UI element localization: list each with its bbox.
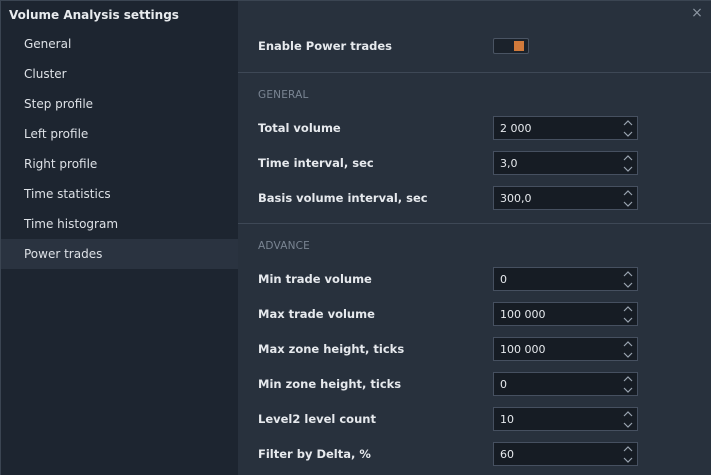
filter-by-delta-stepper[interactable]: 60 <box>493 442 638 466</box>
stepper-arrows <box>619 117 637 139</box>
chevron-up-icon[interactable] <box>619 153 637 163</box>
stepper-arrows <box>619 268 637 290</box>
max-trade-volume-stepper[interactable]: 100 000 <box>493 302 638 326</box>
stepper-arrows <box>619 187 637 209</box>
sidebar-item-label: Time histogram <box>24 217 119 231</box>
sidebar-item-label: Power trades <box>24 247 103 261</box>
field-row-min-trade-volume: Min trade volume 0 <box>258 267 698 291</box>
close-icon: × <box>691 5 703 21</box>
sidebar-item-general[interactable]: General <box>1 29 238 59</box>
chevron-down-icon[interactable] <box>619 350 637 360</box>
stepper-arrows <box>619 303 637 325</box>
chevron-down-icon[interactable] <box>619 199 637 209</box>
sidebar-item-time-histogram[interactable]: Time histogram <box>1 209 238 239</box>
sidebar-item-step-profile[interactable]: Step profile <box>1 89 238 119</box>
basis-volume-interval-stepper[interactable]: 300,0 <box>493 186 638 210</box>
sidebar: General Cluster Step profile Left profil… <box>1 29 238 475</box>
level2-level-count-stepper[interactable]: 10 <box>493 407 638 431</box>
stepper-value: 0 <box>500 272 507 286</box>
chevron-up-icon[interactable] <box>619 339 637 349</box>
sidebar-item-time-statistics[interactable]: Time statistics <box>1 179 238 209</box>
field-label: Time interval, sec <box>258 156 374 170</box>
sidebar-item-label: Left profile <box>24 127 89 141</box>
sidebar-item-cluster[interactable]: Cluster <box>1 59 238 89</box>
max-zone-height-stepper[interactable]: 100 000 <box>493 337 638 361</box>
stepper-value: 300,0 <box>500 191 532 205</box>
stepper-value: 60 <box>500 447 514 461</box>
stepper-value: 3,0 <box>500 156 518 170</box>
sidebar-item-left-profile[interactable]: Left profile <box>1 119 238 149</box>
settings-window: Volume Analysis settings General Cluster… <box>0 0 711 475</box>
chevron-down-icon[interactable] <box>619 164 637 174</box>
chevron-up-icon[interactable] <box>619 118 637 128</box>
field-label: Total volume <box>258 121 341 135</box>
field-row-max-trade-volume: Max trade volume 100 000 <box>258 302 698 326</box>
field-row-filter-by-delta: Filter by Delta, % 60 <box>258 442 698 466</box>
chevron-down-icon[interactable] <box>619 420 637 430</box>
section-title-advance: ADVANCE <box>258 240 310 252</box>
stepper-arrows <box>619 152 637 174</box>
field-row-basis-volume-interval: Basis volume interval, sec 300,0 <box>258 186 698 210</box>
field-row-max-zone-height: Max zone height, ticks 100 000 <box>258 337 698 361</box>
field-label: Filter by Delta, % <box>258 447 371 461</box>
stepper-value: 100 000 <box>500 342 546 356</box>
field-label: Min zone height, ticks <box>258 377 402 391</box>
field-row-time-interval: Time interval, sec 3,0 <box>258 151 698 175</box>
field-label: Max zone height, ticks <box>258 342 405 356</box>
min-trade-volume-stepper[interactable]: 0 <box>493 267 638 291</box>
field-label: Max trade volume <box>258 307 375 321</box>
time-interval-stepper[interactable]: 3,0 <box>493 151 638 175</box>
sidebar-item-label: Cluster <box>24 67 67 81</box>
stepper-value: 0 <box>500 377 507 391</box>
chevron-up-icon[interactable] <box>619 188 637 198</box>
field-label: Level2 level count <box>258 412 376 426</box>
chevron-down-icon[interactable] <box>619 129 637 139</box>
settings-panel: × Enable Power trades GENERAL Total volu… <box>238 1 711 475</box>
section-title-general: GENERAL <box>258 89 309 101</box>
chevron-down-icon[interactable] <box>619 280 637 290</box>
field-label: Min trade volume <box>258 272 372 286</box>
stepper-arrows <box>619 408 637 430</box>
stepper-value: 100 000 <box>500 307 546 321</box>
stepper-value: 2 000 <box>500 121 532 135</box>
chevron-up-icon[interactable] <box>619 269 637 279</box>
sidebar-item-label: General <box>24 37 72 51</box>
field-row-min-zone-height: Min zone height, ticks 0 <box>258 372 698 396</box>
divider <box>238 72 711 73</box>
chevron-up-icon[interactable] <box>619 409 637 419</box>
stepper-arrows <box>619 373 637 395</box>
sidebar-item-right-profile[interactable]: Right profile <box>1 149 238 179</box>
total-volume-stepper[interactable]: 2 000 <box>493 116 638 140</box>
chevron-up-icon[interactable] <box>619 304 637 314</box>
chevron-down-icon[interactable] <box>619 455 637 465</box>
enable-power-trades-row: Enable Power trades <box>258 34 698 58</box>
stepper-arrows <box>619 443 637 465</box>
sidebar-item-label: Right profile <box>24 157 98 171</box>
field-row-total-volume: Total volume 2 000 <box>258 116 698 140</box>
window-title: Volume Analysis settings <box>9 8 179 22</box>
min-zone-height-stepper[interactable]: 0 <box>493 372 638 396</box>
chevron-up-icon[interactable] <box>619 374 637 384</box>
enable-power-trades-toggle[interactable] <box>493 38 529 54</box>
stepper-arrows <box>619 338 637 360</box>
field-row-level2-level-count: Level2 level count 10 <box>258 407 698 431</box>
chevron-down-icon[interactable] <box>619 315 637 325</box>
enable-power-trades-label: Enable Power trades <box>258 39 393 53</box>
sidebar-item-label: Step profile <box>24 97 94 111</box>
chevron-up-icon[interactable] <box>619 444 637 454</box>
chevron-down-icon[interactable] <box>619 385 637 395</box>
sidebar-item-label: Time statistics <box>24 187 111 201</box>
divider <box>238 223 711 224</box>
toggle-knob <box>514 41 524 51</box>
field-label: Basis volume interval, sec <box>258 191 428 205</box>
sidebar-item-power-trades[interactable]: Power trades <box>1 239 238 269</box>
stepper-value: 10 <box>500 412 514 426</box>
close-button[interactable]: × <box>689 5 705 21</box>
